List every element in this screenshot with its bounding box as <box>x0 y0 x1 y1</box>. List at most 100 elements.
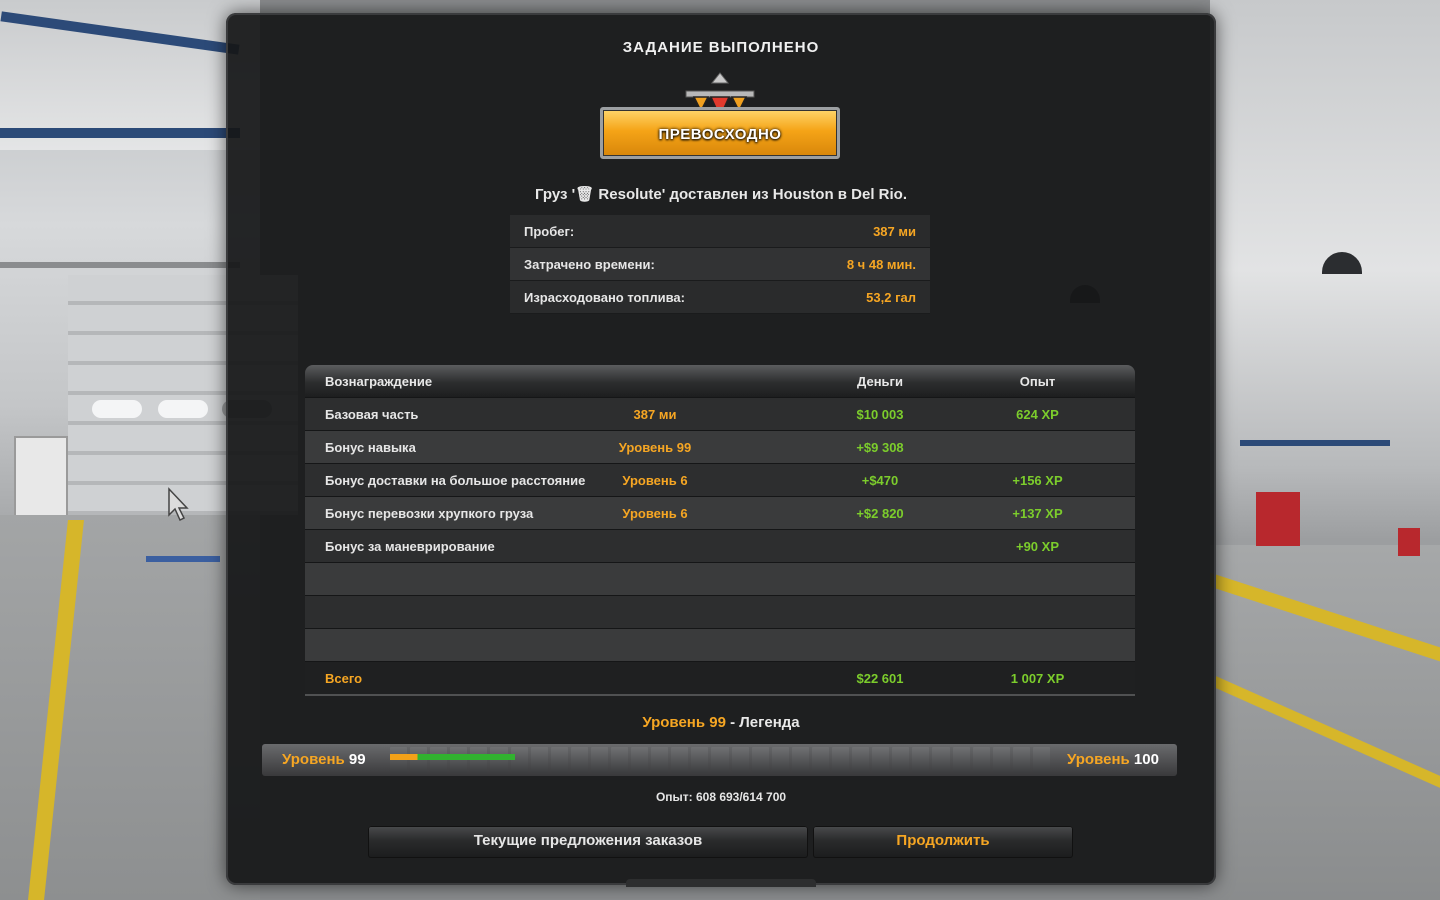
table-row-empty <box>305 629 1135 662</box>
reward-detail: 387 ми <box>633 407 677 422</box>
table-row: Бонус перевозки хрупкого груза Уровень 6… <box>305 497 1135 530</box>
xp-segment <box>711 747 729 773</box>
reward-xp: +156 XP <box>1012 473 1063 488</box>
table-row-empty <box>305 596 1135 629</box>
xp-segment <box>530 747 548 773</box>
xp-progress-fill <box>390 754 516 760</box>
rating-plate: ПРЕВОСХОДНО <box>600 107 840 159</box>
column-header-reward: Вознаграждение <box>325 374 433 389</box>
xp-segment <box>832 747 850 773</box>
next-level-number: 100 <box>1133 751 1159 768</box>
reward-detail: Уровень 6 <box>622 473 688 488</box>
xp-segment <box>671 747 689 773</box>
total-xp: 1 007 XP <box>1010 671 1065 686</box>
level-title-word: Уровень <box>642 714 706 731</box>
stat-row-time: Затрачено времени: 8 ч 48 мин. <box>510 248 930 281</box>
stat-label: Пробег: <box>524 224 575 239</box>
page-title: ЗАДАНИЕ ВЫПОЛНЕНО <box>622 39 820 56</box>
ceiling-truss <box>0 128 240 138</box>
xp-segment <box>751 747 769 773</box>
xp-segment <box>470 747 488 773</box>
xp-counter: Опыт: 608 693/614 700 <box>655 790 787 804</box>
xp-segment <box>631 747 649 773</box>
xp-segment <box>691 747 709 773</box>
xp-segment <box>450 747 468 773</box>
xp-segment <box>1012 747 1030 773</box>
red-box <box>1398 528 1420 556</box>
reward-detail: Уровень 6 <box>622 506 688 521</box>
level-title-number: 99 <box>709 714 726 731</box>
xp-segment <box>872 747 890 773</box>
cargo-delivery-text: Груз '🗑 Resolute' доставлен из Houston в… <box>534 186 908 203</box>
current-level-label: Уровень 99 <box>282 751 366 768</box>
rewards-table: Вознаграждение Деньги Опыт Базовая часть… <box>305 365 1135 696</box>
reward-money: +$9 308 <box>856 440 904 455</box>
reward-name: Бонус перевозки хрупкого груза <box>325 506 534 521</box>
stat-value: 387 ми <box>873 224 916 239</box>
reward-xp: +137 XP <box>1012 506 1063 521</box>
xp-segment <box>1032 747 1050 773</box>
mouse-cursor-icon <box>168 487 189 522</box>
current-level-word: Уровень <box>282 751 345 768</box>
table-row: Базовая часть 387 ми $10 003 624 XP <box>305 398 1135 431</box>
reward-name: Бонус доставки на большое расстояние <box>325 473 586 488</box>
garage-floor-right <box>1210 545 1440 900</box>
table-row: Бонус навыка Уровень 99 +$9 308 <box>305 431 1135 464</box>
next-level-word: Уровень <box>1067 751 1130 768</box>
total-label: Всего <box>325 671 363 686</box>
ibc-container <box>14 436 68 518</box>
rewards-total-row: Всего $22 601 1 007 XP <box>305 662 1135 696</box>
level-title: Уровень 99 - Легенда <box>226 714 1216 731</box>
xp-segment <box>510 747 528 773</box>
reward-detail: Уровень 99 <box>618 440 692 455</box>
xp-segment <box>811 747 829 773</box>
xp-segment <box>390 747 408 773</box>
wall-beam <box>0 262 240 268</box>
xp-segment <box>952 747 970 773</box>
rewards-header-row: Вознаграждение Деньги Опыт <box>305 365 1135 398</box>
reward-name: Бонус навыка <box>325 440 416 455</box>
xp-segment <box>932 747 950 773</box>
xp-segment <box>550 747 568 773</box>
xp-segment <box>430 747 448 773</box>
stat-value: 53,2 гал <box>866 290 916 305</box>
xp-segment <box>590 747 608 773</box>
xp-segment-track <box>390 747 1050 773</box>
door-window <box>92 400 142 418</box>
job-offers-button[interactable]: Текущие предложения заказов <box>368 826 808 858</box>
xp-segment <box>791 747 809 773</box>
xp-segment <box>852 747 870 773</box>
xp-segment <box>731 747 749 773</box>
xp-segment <box>892 747 910 773</box>
reward-name: Базовая часть <box>325 407 419 422</box>
column-header-money: Деньги <box>857 374 903 389</box>
door-window <box>158 400 208 418</box>
total-money: $22 601 <box>856 671 904 686</box>
xp-segment <box>570 747 588 773</box>
stat-row-fuel: Израсходовано топлива: 53,2 гал <box>510 281 930 314</box>
reward-money: +$2 820 <box>856 506 904 521</box>
continue-button[interactable]: Продолжить <box>813 826 1073 858</box>
floor-marker <box>146 556 220 562</box>
xp-progress-bar: Уровень 99 Уровень 100 <box>262 744 1177 776</box>
stat-row-distance: Пробег: 387 ми <box>510 215 930 248</box>
reward-money: +$470 <box>861 473 899 488</box>
xp-segment <box>972 747 990 773</box>
table-row: Бонус за маневрирование +90 XP <box>305 530 1135 563</box>
stat-value: 8 ч 48 мин. <box>846 257 916 272</box>
xp-segment <box>651 747 669 773</box>
table-row-empty <box>305 563 1135 596</box>
reward-money: $10 003 <box>856 407 904 422</box>
rating-badge: ПРЕВОСХОДНО <box>600 71 840 171</box>
column-header-xp: Опыт <box>1019 374 1056 389</box>
level-title-suffix: - Легенда <box>725 714 800 731</box>
xp-segment <box>410 747 428 773</box>
xp-segment <box>771 747 789 773</box>
rating-label: ПРЕВОСХОДНО <box>658 126 782 143</box>
tool-cabinet <box>1256 492 1300 546</box>
xp-segment <box>992 747 1010 773</box>
reward-xp: 624 XP <box>1016 407 1059 422</box>
xp-segment <box>611 747 629 773</box>
panel-handle <box>626 879 816 887</box>
xp-segment <box>912 747 930 773</box>
